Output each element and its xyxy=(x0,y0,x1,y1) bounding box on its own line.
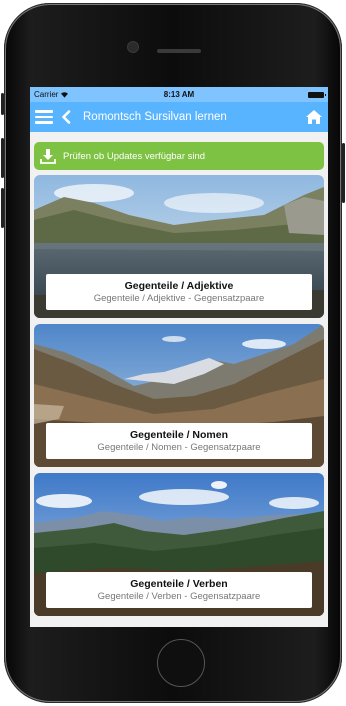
nav-title: Romontsch Sursilvan lernen xyxy=(83,111,227,123)
power-button xyxy=(342,143,345,203)
home-icon[interactable] xyxy=(305,109,323,125)
volume-down-button xyxy=(1,188,4,228)
chevron-left-icon[interactable] xyxy=(61,110,71,124)
category-card-adjektive[interactable]: Gegenteile / Adjektive Gegenteile / Adje… xyxy=(34,175,324,318)
status-time: 8:13 AM xyxy=(163,90,195,99)
app-screen: Carrier 8:13 AM Romontsch Sursilvan lern… xyxy=(30,87,328,627)
hamburger-menu-icon[interactable] xyxy=(35,110,53,124)
card-title: Gegenteile / Adjektive xyxy=(124,279,234,292)
mute-switch xyxy=(1,93,4,115)
card-subtitle: Gegenteile / Verben - Gegensatzpaare xyxy=(97,590,261,602)
card-subtitle: Gegenteile / Adjektive - Gegensatzpaare xyxy=(93,292,265,304)
check-updates-button[interactable]: Prüfen ob Updates verfügbar sind xyxy=(34,142,324,170)
earpiece-speaker xyxy=(157,49,201,53)
status-bar: Carrier 8:13 AM xyxy=(30,87,328,102)
category-card-nomen[interactable]: Gegenteile / Nomen Gegenteile / Nomen - … xyxy=(34,324,324,467)
card-title: Gegenteile / Verben xyxy=(130,577,228,590)
download-icon xyxy=(40,149,56,164)
front-camera xyxy=(128,42,138,52)
nav-bar: Romontsch Sursilvan lernen xyxy=(30,102,328,132)
card-subtitle: Gegenteile / Nomen - Gegensatzpaare xyxy=(97,441,261,453)
volume-up-button xyxy=(1,138,4,178)
card-caption: Gegenteile / Verben Gegenteile / Verben … xyxy=(46,572,312,608)
card-caption: Gegenteile / Adjektive Gegenteile / Adje… xyxy=(46,274,312,310)
check-updates-label: Prüfen ob Updates verfügbar sind xyxy=(63,150,206,162)
battery-icon xyxy=(308,91,326,98)
home-button[interactable] xyxy=(157,639,205,687)
category-card-verben[interactable]: Gegenteile / Verben Gegenteile / Verben … xyxy=(34,473,324,616)
card-title: Gegenteile / Nomen xyxy=(129,428,229,441)
card-caption: Gegenteile / Nomen Gegenteile / Nomen - … xyxy=(46,423,312,459)
